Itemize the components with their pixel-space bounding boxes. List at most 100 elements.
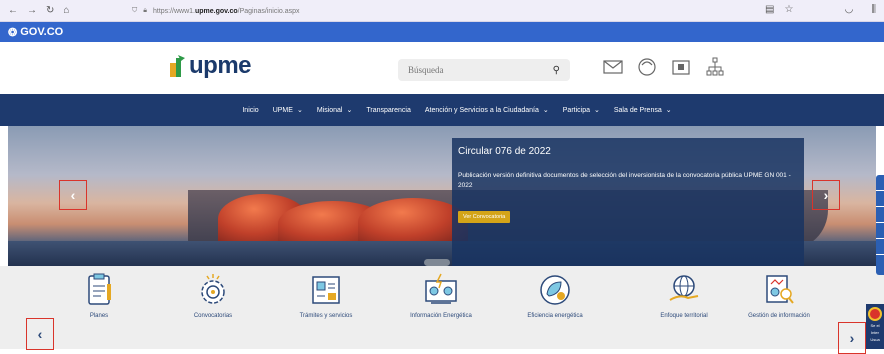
hero-title: Circular 076 de 2022 — [458, 146, 551, 157]
nav-item-participa[interactable]: Participa ⌄ — [562, 106, 600, 115]
quick-prev-button[interactable]: ‹ — [26, 318, 54, 350]
quick-link-planes[interactable]: Planes — [49, 272, 149, 321]
gov-logo-icon: ❂ — [8, 26, 18, 39]
lock-icon: 🔒︎ — [143, 7, 147, 14]
search-placeholder: Búsqueda — [408, 65, 444, 75]
reload-icon[interactable]: ↻ — [46, 5, 54, 16]
accessibility-toolbar — [876, 175, 884, 275]
url-path: /Paginas/inicio.aspx — [237, 7, 300, 15]
library-icon[interactable]: ⫼ — [871, 4, 876, 15]
nav-label: UPME — [272, 106, 293, 114]
search-icon[interactable]: ⚲ — [553, 65, 560, 76]
quick-link-eficiencia-energetica[interactable]: Eficiencia energética — [505, 272, 605, 321]
report-search-icon — [766, 275, 794, 304]
upme-logo-icon — [170, 55, 185, 77]
quick-link-informacion-energetica[interactable]: Información Energética — [391, 272, 491, 321]
sitemap-icon[interactable] — [705, 57, 725, 77]
nav-item-misional[interactable]: Misional ⌄ — [316, 106, 353, 115]
chevron-down-icon: ⌄ — [594, 107, 600, 114]
chevron-down-icon: ⌄ — [346, 107, 353, 114]
header-icons — [603, 57, 725, 77]
hero-cta-button[interactable]: Ver Convocatoria — [458, 211, 511, 223]
chevron-down-icon: ⌄ — [296, 107, 303, 114]
font-increase-icon[interactable] — [876, 191, 884, 207]
quick-link-label: Convocatorias — [193, 313, 233, 319]
quick-link-label: Planes — [89, 313, 109, 319]
url-prefix: https://www1. — [152, 7, 195, 15]
main-nav: Inicio UPME ⌄ Misional ⌄ Transparencia Ate… — [0, 94, 884, 126]
nav-item-inicio[interactable]: Inicio — [242, 107, 258, 114]
energy-dashboard-icon — [425, 273, 457, 304]
gear-badge-icon — [201, 274, 225, 304]
search-input[interactable]: Búsqueda ⚲ — [398, 59, 570, 81]
nav-item-atencion[interactable]: Atención y Servicios a la Ciudadanía ⌄ — [424, 106, 549, 115]
hero-caption: Circular 076 de 2022 Publicación versión… — [452, 138, 804, 266]
quick-link-label: Trámites y servicios — [299, 313, 353, 319]
browser-toolbar: ← → ↻ ⌂ ⛉ 🔒︎ https://www1.upme.gov.co/Pa… — [0, 0, 884, 22]
gov-bar: ❂ GOV.CO — [0, 22, 884, 42]
mail-icon[interactable] — [603, 57, 623, 77]
accessibility-icon[interactable] — [876, 223, 884, 239]
hero-carousel: Circular 076 de 2022 Publicación versión… — [8, 126, 876, 266]
nav-label: Sala de Prensa — [613, 106, 662, 114]
home-icon[interactable]: ⌂ — [63, 5, 69, 16]
quick-link-tramites[interactable]: Trámites y servicios — [276, 272, 376, 321]
back-icon[interactable]: ← — [8, 5, 18, 16]
hero-slide-indicator[interactable] — [424, 259, 450, 266]
globe-hand-icon — [669, 275, 699, 301]
quick-link-label: Información Energética — [410, 313, 472, 319]
url-domain: upme.gov.co — [195, 7, 238, 15]
shield-icon: ⛉ — [132, 7, 138, 14]
nav-label: Transparencia — [366, 106, 411, 114]
nav-item-transparencia[interactable]: Transparencia — [366, 107, 411, 114]
browser-extensions: ◡ ⫼ — [845, 4, 876, 15]
nav-item-sala-de-prensa[interactable]: Sala de Prensa ⌄ — [613, 106, 672, 115]
chevron-down-icon: ⌄ — [665, 107, 672, 114]
chevron-right-icon: › — [823, 187, 829, 203]
contrast-icon[interactable] — [876, 175, 884, 191]
quick-link-label: Eficiencia energética — [527, 313, 583, 319]
chat-avatar-icon — [868, 307, 882, 321]
nav-label: Atención y Servicios a la Ciudadanía — [424, 106, 539, 114]
gov-label[interactable]: GOV.CO — [20, 26, 63, 38]
chat-line-3: Usua — [870, 337, 880, 342]
logo-text: upme — [189, 52, 252, 79]
id-card-icon[interactable] — [671, 57, 691, 77]
hero-body: Publicación versión definitiva documento… — [458, 172, 791, 189]
chevron-left-icon: ‹ — [37, 326, 43, 342]
document-screen-icon — [312, 276, 340, 304]
sign-language-icon[interactable] — [876, 239, 884, 255]
quick-link-gestion-informacion[interactable]: Gestión de información — [729, 272, 829, 321]
quick-next-button[interactable]: › — [838, 322, 866, 354]
nav-label: Misional — [316, 106, 343, 114]
star-icon[interactable]: ☆ — [784, 4, 793, 15]
chevron-left-icon: ‹ — [70, 187, 76, 203]
pocket-icon[interactable]: ◡ — [845, 4, 854, 15]
quick-link-convocatorias[interactable]: Convocatorias — [163, 272, 263, 321]
quick-link-enfoque-territorial[interactable]: Enfoque territorial — [634, 272, 734, 321]
chevron-down-icon: ⌄ — [542, 107, 549, 114]
hero-prev-button[interactable]: ‹ — [59, 180, 87, 210]
clipboard-icon — [88, 273, 111, 305]
quick-link-label: Gestión de información — [748, 313, 810, 319]
site-header: upme Búsqueda ⚲ — [0, 42, 884, 94]
nav-item-upme[interactable]: UPME ⌄ — [272, 106, 303, 115]
chat-badge[interactable]: Se el Inter Usua — [866, 304, 884, 349]
nav-label: Inicio — [242, 106, 259, 114]
chat-line-1: Se el — [870, 323, 880, 328]
leaf-plug-icon — [540, 275, 570, 305]
chat-line-2: Inter — [870, 330, 879, 335]
reader-icon[interactable]: ▤ — [765, 4, 774, 15]
quick-links: ‹ Planes Convocatorias Trámites y servic… — [0, 266, 884, 354]
font-decrease-icon[interactable] — [876, 207, 884, 223]
nav-label: Participa — [562, 106, 590, 114]
quick-link-label: Enfoque territorial — [660, 313, 708, 319]
upme-logo[interactable]: upme — [168, 52, 252, 80]
chevron-right-icon: › — [849, 330, 855, 346]
browser-nav-buttons: ← → ↻ ⌂ — [0, 5, 69, 16]
address-bar[interactable]: ⛉ 🔒︎ https://www1.upme.gov.co/Paginas/in… — [132, 3, 792, 19]
hero-next-button[interactable]: › — [812, 180, 840, 210]
forward-icon[interactable]: → — [27, 5, 37, 16]
help-icon[interactable] — [637, 57, 657, 77]
address-bar-actions: ▤ ☆ — [765, 4, 793, 15]
